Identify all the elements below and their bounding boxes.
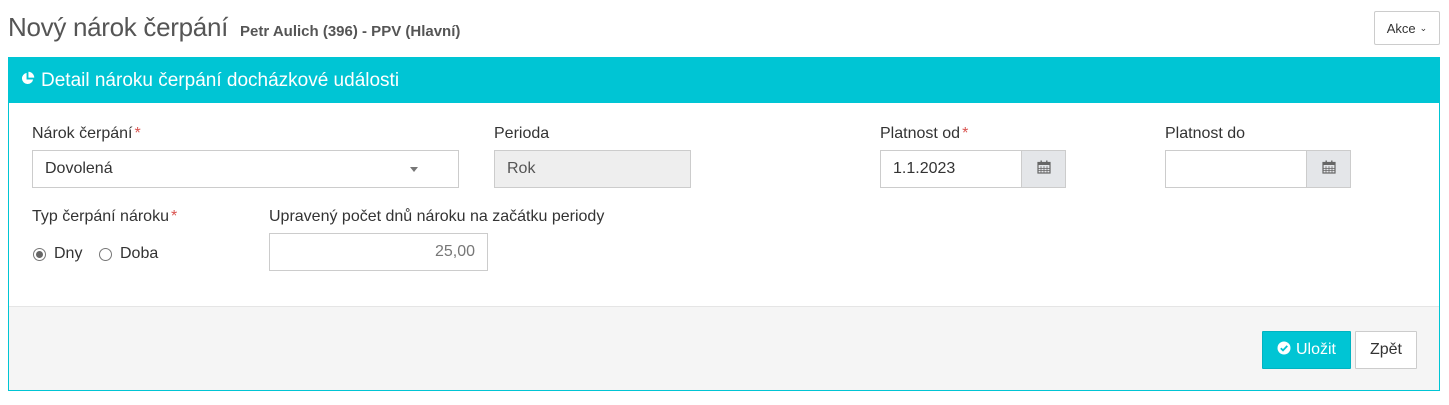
radio-dny-label: Dny bbox=[54, 245, 83, 262]
narok-label: Nárok čerpání * bbox=[32, 125, 141, 142]
upraveny-pocet-input[interactable]: 25,00 bbox=[269, 233, 488, 271]
back-label: Zpět bbox=[1369, 341, 1402, 358]
caret-down-icon bbox=[410, 167, 418, 172]
calendar-icon bbox=[1036, 160, 1051, 179]
actions-label: Akce bbox=[1386, 20, 1416, 36]
detail-panel: Detail nároku čerpání docházkové událost… bbox=[8, 57, 1440, 391]
back-button[interactable]: Zpět bbox=[1355, 331, 1417, 369]
page-title: Nový nárok čerpání bbox=[8, 12, 229, 42]
panel-footer bbox=[9, 306, 1439, 390]
platnost-od-input[interactable]: 1.1.2023 bbox=[880, 150, 1022, 188]
page-header: Nový nárok čerpání Petr Aulich (396) - P… bbox=[8, 12, 460, 48]
narok-select[interactable]: Dovolená bbox=[32, 150, 459, 188]
typ-label: Typ čerpání nároku * bbox=[32, 208, 178, 225]
panel-heading: Detail nároku čerpání docházkové událost… bbox=[9, 58, 1439, 103]
actions-dropdown-button[interactable]: Akce ⌄ bbox=[1374, 11, 1440, 45]
platnost-od-calendar-button[interactable] bbox=[1022, 150, 1066, 188]
platnost-do-input[interactable] bbox=[1165, 150, 1307, 188]
calendar-icon bbox=[1321, 160, 1336, 179]
radio-doba-label: Doba bbox=[120, 245, 159, 262]
typ-radio-dny[interactable]: Dny bbox=[33, 245, 82, 263]
platnost-do-label: Platnost do bbox=[1165, 125, 1246, 142]
page-subtitle: Petr Aulich (396) - PPV (Hlavní) bbox=[240, 23, 461, 40]
platnost-od-value: 1.1.2023 bbox=[893, 160, 956, 177]
save-label: Uložit bbox=[1295, 341, 1336, 358]
perioda-label: Perioda bbox=[494, 125, 550, 142]
upraveny-pocet-value: 25,00 bbox=[434, 243, 475, 260]
platnost-od-label: Platnost od * bbox=[880, 125, 969, 142]
narok-select-value: Dovolená bbox=[45, 160, 113, 177]
upraveny-pocet-label: Upravený počet dnů nároku na začátku per… bbox=[269, 208, 605, 225]
required-mark: * bbox=[134, 125, 141, 142]
save-button[interactable]: Uložit bbox=[1262, 331, 1351, 369]
required-mark: * bbox=[962, 125, 969, 142]
check-circle-icon bbox=[1277, 341, 1291, 360]
chevron-down-icon: ⌄ bbox=[1419, 22, 1428, 33]
typ-radio-doba[interactable]: Doba bbox=[99, 245, 158, 263]
perioda-value: Rok bbox=[507, 160, 536, 177]
platnost-do-calendar-button[interactable] bbox=[1307, 150, 1351, 188]
panel-body: Nárok čerpání * Dovolená Perioda Rok Plat… bbox=[9, 103, 1439, 306]
panel-title: Detail nároku čerpání docházkové událost… bbox=[41, 69, 400, 91]
radio-dny[interactable] bbox=[33, 247, 46, 261]
pie-chart-icon bbox=[20, 71, 35, 91]
radio-doba[interactable] bbox=[99, 247, 112, 261]
required-mark: * bbox=[170, 208, 178, 225]
perioda-field: Rok bbox=[494, 150, 691, 188]
